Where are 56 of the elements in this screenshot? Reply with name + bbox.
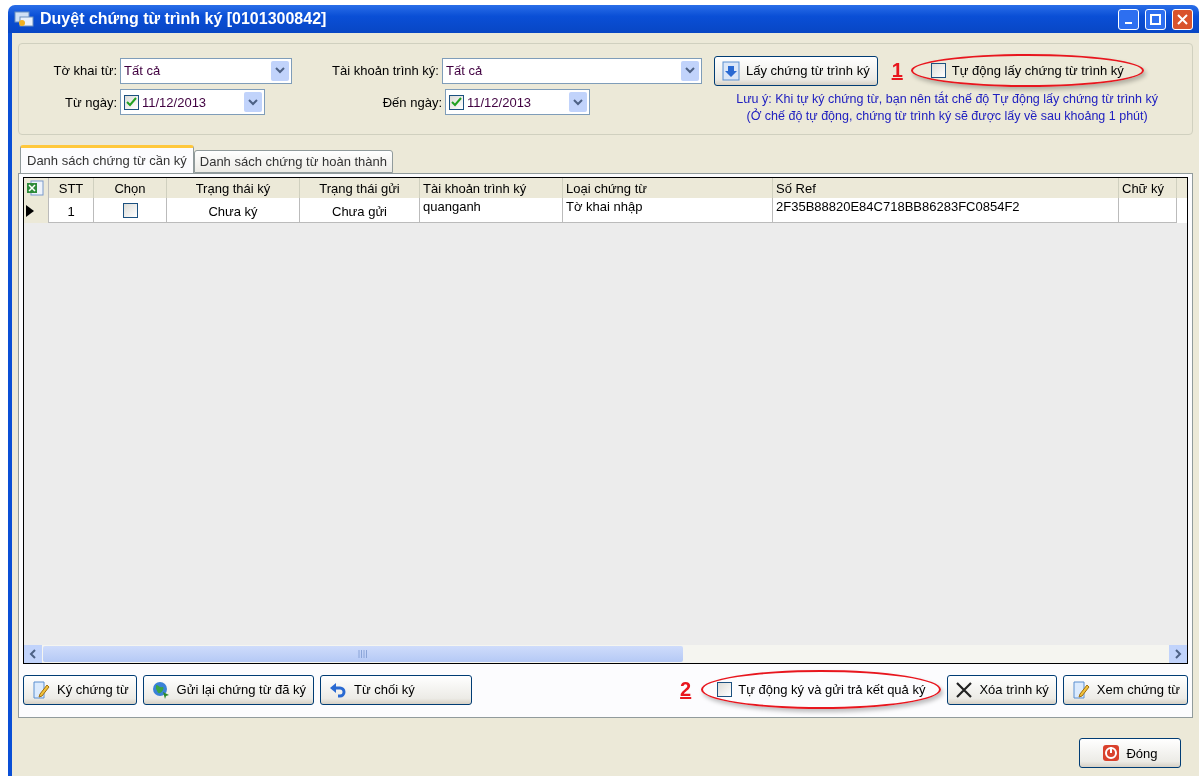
checkbox[interactable] xyxy=(930,63,946,78)
checkbox-label: Tự động lấy chứng từ trình ký xyxy=(951,63,1124,78)
field-label: Từ ngày: xyxy=(63,94,118,110)
globe-icon xyxy=(150,679,171,700)
close-icon xyxy=(955,680,974,699)
maximize-button[interactable] xyxy=(1145,8,1166,30)
window-title: Duyệt chứng từ trình ký [0101300842] xyxy=(40,10,328,28)
chevron-down-icon xyxy=(573,98,583,106)
chevron-right-icon xyxy=(1174,649,1182,659)
tab[interactable]: Danh sách chứng từ cần ký xyxy=(20,145,194,173)
fetch-button[interactable]: Lấy chứng từ trình ký xyxy=(714,55,878,86)
chevron-down-icon xyxy=(275,67,285,74)
date-picker[interactable]: 11/12/2013 xyxy=(120,89,265,115)
minimize-icon xyxy=(1125,21,1132,24)
action-button[interactable]: Gửi lại chứng từ đã ký xyxy=(142,674,315,705)
field-label: Đến ngày: xyxy=(381,94,443,110)
tab[interactable]: Danh sách chứng từ hoàn thành xyxy=(193,150,394,173)
field-value: 11/12/2013 xyxy=(467,94,532,110)
document-pencil-icon xyxy=(31,679,51,700)
date-picker[interactable]: 11/12/2013 xyxy=(445,89,590,115)
dropdown[interactable]: Tất cả xyxy=(442,57,702,84)
horizontal-scrollbar[interactable] xyxy=(24,645,1187,663)
scroll-left-button[interactable] xyxy=(24,645,42,663)
date-checkbox[interactable] xyxy=(449,94,464,110)
annotation-number: 1 xyxy=(891,59,903,82)
field-value: 11/12/2013 xyxy=(142,94,207,110)
action-button[interactable]: Xóa trình ký xyxy=(947,674,1057,705)
date-checkbox[interactable] xyxy=(124,94,139,110)
field-label: Tài khoản trình ký: xyxy=(331,63,440,78)
checkbox-label: Tự động ký và gửi trả kết quả ký xyxy=(738,682,926,697)
document-pencil-icon xyxy=(1070,679,1091,700)
chevron-down-icon xyxy=(248,98,258,106)
grip-icon xyxy=(358,650,368,658)
action-button[interactable]: Ký chứng từ xyxy=(23,674,137,705)
maximize-icon xyxy=(1150,13,1161,25)
checkbox[interactable] xyxy=(717,682,733,697)
action-button[interactable]: Xem chứng từ xyxy=(1062,674,1188,705)
field-value: Tất cả xyxy=(446,63,483,78)
field-label: Tờ khai từ: xyxy=(52,63,118,78)
scrollbar-thumb[interactable] xyxy=(43,646,683,662)
chevron-down-icon xyxy=(685,67,695,74)
chevron-left-icon xyxy=(29,649,37,659)
note-text: Lưu ý: Khi tự ký chứng từ, bạn nên tắt chế độ Tự động lấy chứng từ trình ký (Ở chế độ tự động, chứng từ trình ký sẽ được lấy về sau khoảng 1 phút) xyxy=(736,91,1158,125)
action-button[interactable]: Từ chối ký xyxy=(320,674,473,705)
close-icon xyxy=(1177,13,1188,25)
annotation-number: 2 xyxy=(680,678,692,701)
scroll-right-button[interactable] xyxy=(1169,645,1187,663)
excel-export-icon[interactable] xyxy=(26,180,44,196)
dropdown[interactable]: Tất cả xyxy=(120,57,292,84)
row-checkbox[interactable] xyxy=(122,202,138,218)
minimize-button[interactable] xyxy=(1118,8,1139,30)
power-icon xyxy=(1102,744,1121,762)
field-value: Tất cả xyxy=(124,63,161,78)
close-button[interactable] xyxy=(1172,8,1193,30)
close-dialog-button[interactable]: Đóng xyxy=(1079,738,1181,768)
window-app-icon xyxy=(14,10,34,28)
